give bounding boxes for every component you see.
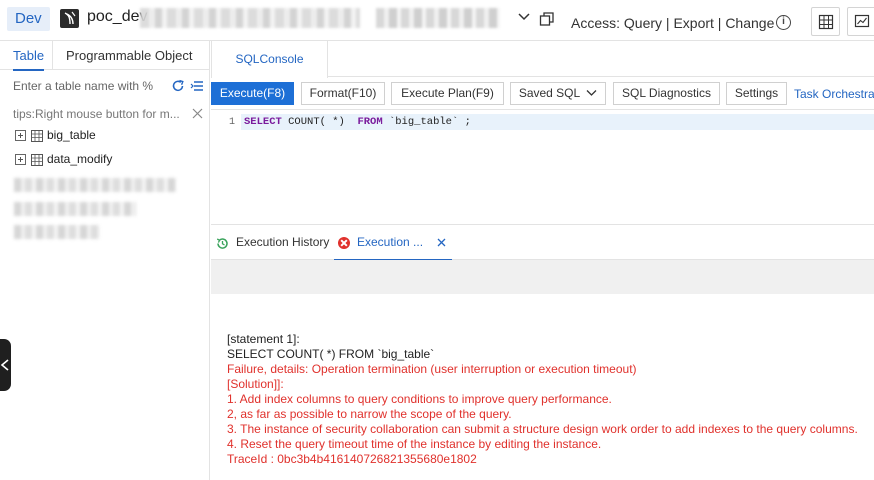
- grid-icon: [818, 14, 834, 30]
- execute-button[interactable]: Execute(F8): [211, 82, 294, 105]
- tree-item-label: big_table: [47, 128, 96, 142]
- message-line: 3. The instance of security collaboratio…: [227, 422, 858, 436]
- keyword-from: FROM: [357, 116, 383, 128]
- tab-execution-history[interactable]: Execution History: [216, 225, 332, 260]
- left-tabs: Table Programmable Object: [0, 41, 210, 71]
- redacted-connection-info: [140, 8, 360, 28]
- history-icon: [216, 238, 228, 249]
- tab-programmable-object[interactable]: Programmable Object: [66, 41, 192, 70]
- console-tabs: SQLConsole: [211, 41, 874, 78]
- sql-diagnostics-button[interactable]: SQL Diagnostics: [613, 82, 720, 105]
- left-panel: Table Programmable Object tips:Right mou…: [0, 41, 210, 480]
- execute-plan-button[interactable]: Execute Plan(F9): [391, 82, 504, 105]
- message-line: [Solution]]:: [227, 377, 284, 391]
- trace-id: TraceId : 0bc3b4b416140726821355680e1802: [227, 452, 477, 466]
- message-line: 1. Add index columns to query conditions…: [227, 392, 612, 406]
- database-icon: [60, 9, 79, 28]
- tab-execution-result[interactable]: Execution ...: [334, 225, 452, 261]
- redacted-tree-item: [14, 225, 100, 239]
- sql-workspace: SQLConsole Execute(F8) Format(F10) Execu…: [211, 41, 874, 480]
- access-value: Query | Export | Change: [623, 15, 775, 31]
- copy-icon[interactable]: [539, 11, 555, 27]
- list-icon[interactable]: [190, 80, 204, 92]
- editor-gutter: 1: [211, 110, 241, 225]
- close-icon[interactable]: [192, 108, 203, 119]
- table-icon: [31, 130, 43, 142]
- chart-view-button[interactable]: [847, 7, 874, 36]
- expand-icon[interactable]: [15, 154, 26, 165]
- access-info: Access: Query | Export | Change: [571, 15, 774, 31]
- table-search-input[interactable]: [13, 75, 166, 97]
- close-icon[interactable]: [437, 238, 446, 247]
- redacted-tree-item: [14, 178, 176, 192]
- message-line: Failure, details: Operation termination …: [227, 362, 637, 376]
- tab-label: Execution ...: [357, 235, 424, 249]
- panel-collapse-handle[interactable]: [0, 339, 11, 391]
- redacted-tree-item: [14, 202, 136, 216]
- tree-item-label: data_modify: [47, 152, 113, 166]
- count-expression: COUNT( *): [281, 116, 358, 128]
- execution-result-messages: [statement 1]: SELECT COUNT( *) FROM `bi…: [211, 294, 874, 480]
- table-icon: [31, 154, 43, 166]
- saved-sql-label: Saved SQL: [518, 86, 581, 100]
- keyword-select: SELECT: [244, 116, 282, 128]
- env-badge: Dev: [7, 7, 50, 31]
- message-line: [statement 1]:: [227, 332, 300, 346]
- message-line: 2, as far as possible to narrow the scop…: [227, 407, 512, 421]
- refresh-icon[interactable]: [171, 79, 185, 93]
- chevron-left-icon: [0, 359, 9, 371]
- expand-icon[interactable]: [15, 130, 26, 141]
- message-line: SELECT COUNT( *) FROM `big_table`: [227, 347, 435, 361]
- format-button[interactable]: Format(F10): [301, 82, 385, 105]
- result-tabs: Execution History Execution ...: [211, 225, 874, 261]
- message-line: 4. Reset the query timeout time of the i…: [227, 437, 602, 451]
- task-orchestration-link[interactable]: Task Orchestrat: [794, 87, 874, 101]
- chart-icon: [854, 14, 870, 28]
- chevron-down-icon[interactable]: [517, 10, 531, 24]
- sql-editor[interactable]: 1 SELECT COUNT( *) FROM `big_table` ;: [211, 109, 874, 225]
- database-name[interactable]: poc_dev: [87, 8, 148, 26]
- line-number: 1: [229, 117, 236, 128]
- settings-button[interactable]: Settings: [726, 82, 787, 105]
- tips-text: tips:Right mouse button for m...: [13, 107, 180, 121]
- redacted-instance-info: [376, 8, 500, 28]
- tab-sql-console[interactable]: SQLConsole: [211, 41, 328, 78]
- sql-toolbar: Execute(F8) Format(F10) Execute Plan(F9)…: [211, 77, 874, 109]
- table-reference: `big_table` ;: [382, 116, 471, 128]
- tab-table[interactable]: Table: [13, 41, 45, 71]
- sql-code-line[interactable]: SELECT COUNT( *) FROM `big_table` ;: [244, 116, 471, 128]
- table-view-button[interactable]: [811, 7, 840, 36]
- top-bar: Dev poc_dev Access: Query | Export | Cha…: [0, 0, 874, 41]
- tab-label: Execution History: [236, 235, 330, 249]
- access-label: Access:: [571, 15, 621, 31]
- tab-separator: [52, 41, 53, 70]
- saved-sql-button[interactable]: Saved SQL: [510, 82, 606, 105]
- chevron-down-icon: [586, 89, 597, 96]
- result-toolbar: [211, 260, 874, 294]
- info-icon[interactable]: i: [776, 15, 791, 30]
- error-icon: [338, 237, 350, 249]
